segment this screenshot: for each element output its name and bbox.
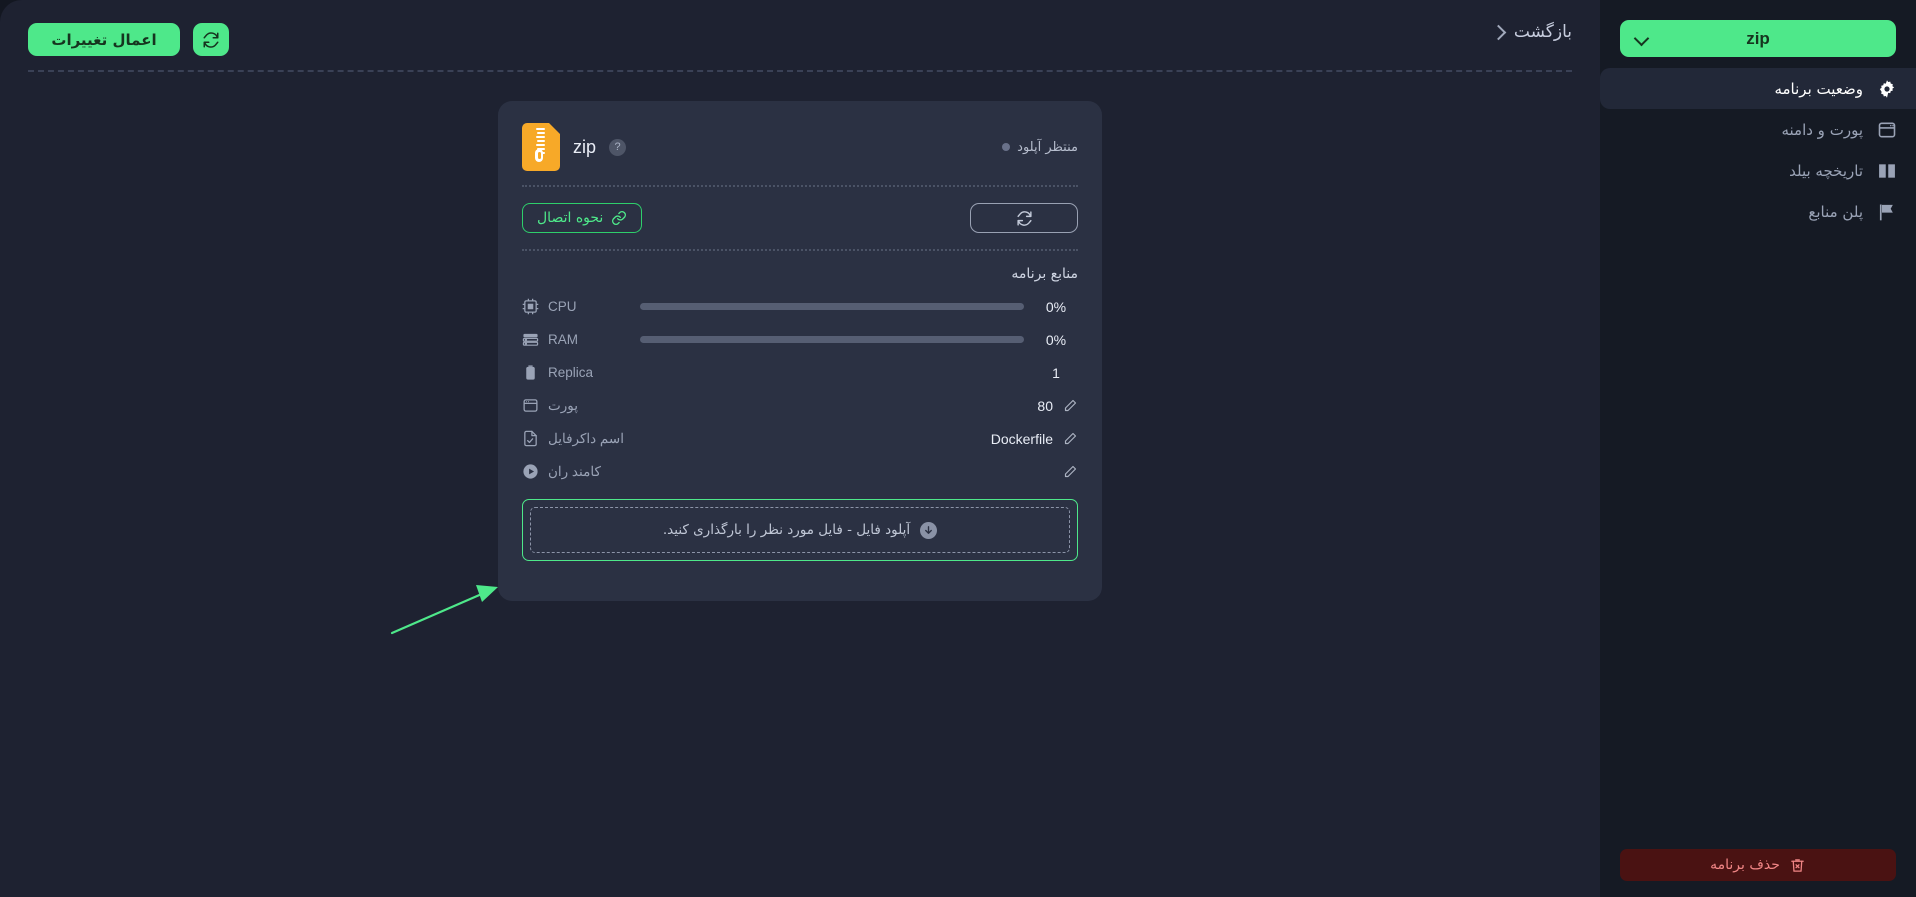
resource-row-run-command: کامند ران (522, 455, 1078, 488)
zip-pull-tab (535, 149, 543, 162)
sidebar-item-label: پورت و دامنه (1781, 120, 1863, 139)
toolbar-actions: اعمال تغییرات (28, 23, 229, 56)
app-name-label: zip (573, 136, 597, 157)
cpu-icon (522, 298, 539, 315)
help-circle-icon[interactable]: ? (609, 138, 627, 156)
sidebar-item-resource-plan[interactable]: پلن منابع (1600, 191, 1916, 232)
app-status-card: منتظر آپلود ? zip نحوه اتصال منابع برنام… (498, 101, 1102, 601)
resource-label-group: پورت (522, 397, 630, 414)
resource-name: پورت (548, 397, 578, 413)
chevron-right-icon (1491, 25, 1505, 39)
refresh-icon (203, 31, 219, 48)
dockerfile-value: Dockerfile (990, 430, 1053, 447)
replica-value: 1 (1052, 364, 1060, 381)
card-title-group: ? zip (522, 123, 627, 171)
resource-row-port: پورت 80 (522, 389, 1078, 422)
download-circle-icon (920, 521, 938, 539)
resource-row-ram: RAM 0% (522, 323, 1078, 356)
ram-value: 0% (1045, 331, 1067, 348)
resources-section-title: منابع برنامه (1011, 266, 1078, 282)
port-icon (523, 399, 538, 412)
book-icon (1879, 163, 1895, 178)
sidebar-nav: وضعیت برنامه پورت و دامنه تاریخچه بیلد پ… (1600, 68, 1916, 232)
sidebar-item-app-status[interactable]: وضعیت برنامه (1600, 68, 1916, 109)
resource-label-group: اسم داکرفایل (522, 430, 630, 447)
app-root: بازگشت اعمال تغییرات منتظر آپلود ? zip ن… (0, 0, 1916, 897)
replica-icon (526, 365, 535, 380)
dockerfile-icon (524, 430, 537, 447)
ram-progress-bar (640, 336, 1024, 343)
trash-x-icon (1791, 858, 1804, 872)
port-value: 80 (1037, 397, 1053, 414)
cpu-progress-bar (640, 303, 1024, 310)
resource-name: Replica (548, 365, 594, 380)
upload-dropzone[interactable]: آپلود فایل - فایل مورد نظر را بارگذاری ک… (530, 507, 1070, 553)
port-icon (1878, 122, 1896, 137)
resource-label-group: Replica (522, 364, 630, 381)
gear-icon (1879, 79, 1895, 98)
edit-run-command-icon[interactable] (1063, 464, 1078, 479)
chevron-down-icon (1636, 33, 1649, 46)
top-toolbar: بازگشت اعمال تغییرات (0, 0, 1600, 78)
sidebar-item-label: تاریخچه بیلد (1789, 161, 1863, 180)
arrow-down-icon (925, 525, 933, 534)
sidebar-item-label: وضعیت برنامه (1774, 79, 1863, 98)
delete-app-button[interactable]: حذف برنامه (1620, 849, 1896, 881)
resource-name: RAM (548, 332, 578, 347)
refresh-icon (1016, 210, 1032, 226)
ram-icon (522, 333, 539, 346)
back-link[interactable]: بازگشت (1491, 22, 1572, 42)
resource-label-group: CPU (522, 298, 630, 315)
back-link-label: بازگشت (1513, 22, 1572, 42)
resource-name: CPU (548, 299, 577, 314)
resource-row-replica: Replica 1 (522, 356, 1078, 389)
connection-method-button[interactable]: نحوه اتصال (522, 203, 643, 233)
toolbar-divider (28, 70, 1572, 72)
edit-dockerfile-icon[interactable] (1063, 431, 1078, 446)
card-actions-row: نحوه اتصال (522, 187, 1078, 249)
card-refresh-button[interactable] (970, 203, 1078, 233)
upload-dropzone-highlight: آپلود فایل - فایل مورد نظر را بارگذاری ک… (522, 499, 1078, 561)
app-selector-label: zip (1746, 28, 1770, 48)
sidebar-item-port-domain[interactable]: پورت و دامنه (1600, 109, 1916, 150)
resource-label-group: کامند ران (522, 463, 630, 480)
status-dot-icon (1002, 143, 1011, 151)
sidebar-item-build-history[interactable]: تاریخچه بیلد (1600, 150, 1916, 191)
right-sidebar: zip وضعیت برنامه پورت و دامنه تاریخچه بی… (1600, 0, 1916, 897)
edit-port-icon[interactable] (1063, 398, 1078, 413)
app-selector-button[interactable]: zip (1620, 20, 1896, 57)
sidebar-item-label: پلن منابع (1808, 202, 1863, 221)
upload-dropzone-label: آپلود فایل - فایل مورد نظر را بارگذاری ک… (662, 522, 911, 538)
resource-name: اسم داکرفایل (548, 430, 624, 446)
toolbar-refresh-button[interactable] (193, 23, 229, 56)
card-header: منتظر آپلود ? zip (522, 101, 1078, 185)
connection-method-label: نحوه اتصال (537, 210, 604, 226)
resource-row-dockerfile: اسم داکرفایل Dockerfile (522, 422, 1078, 455)
status-badge: منتظر آپلود (1002, 140, 1078, 155)
resource-label-group: RAM (522, 331, 630, 348)
link-icon (612, 211, 627, 225)
main-content-panel: بازگشت اعمال تغییرات منتظر آپلود ? zip ن… (0, 0, 1600, 897)
zip-file-icon (522, 123, 560, 171)
resource-name: کامند ران (548, 463, 601, 479)
status-badge-label: منتظر آپلود (1017, 139, 1078, 155)
flag-icon (1879, 204, 1893, 220)
resource-row-cpu: CPU 0% (522, 290, 1078, 323)
cpu-value: 0% (1045, 298, 1067, 315)
apply-changes-button[interactable]: اعمال تغییرات (28, 23, 180, 56)
run-command-icon (523, 464, 538, 479)
delete-app-label: حذف برنامه (1710, 857, 1780, 873)
